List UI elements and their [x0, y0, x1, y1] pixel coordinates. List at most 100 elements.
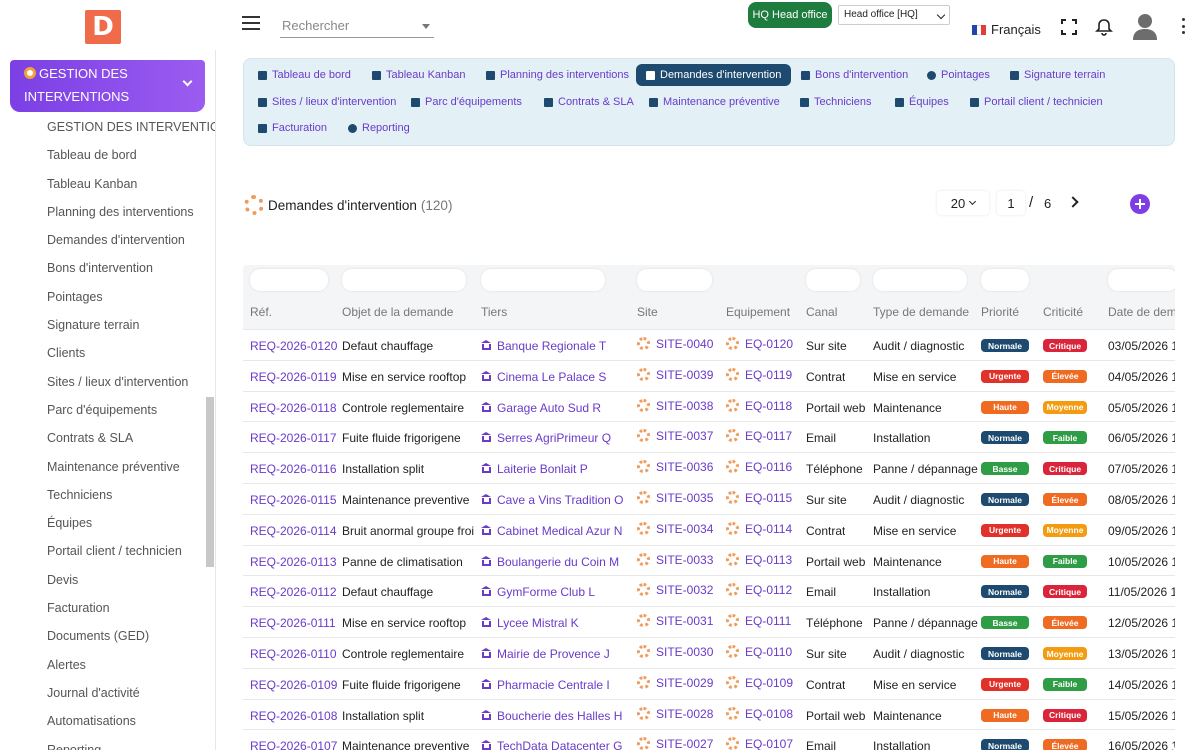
request-ref-link[interactable]: REQ-2026-0113: [250, 555, 337, 569]
search-input[interactable]: Rechercher: [280, 12, 434, 38]
nav-item[interactable]: Techniciens: [796, 91, 875, 113]
table-row[interactable]: REQ-2026-0111 Mise en service rooftop Lyce…: [243, 606, 1175, 638]
table-row[interactable]: REQ-2026-0117 Fuite fluide frigorigene Ser…: [243, 421, 1175, 453]
equipment-link[interactable]: EQ-0117: [745, 429, 792, 443]
sidebar-item[interactable]: Bons d'intervention: [47, 257, 215, 285]
tiers-link[interactable]: Lycee Mistral K: [497, 616, 579, 630]
column-filter-input[interactable]: [981, 269, 1029, 291]
nav-item[interactable]: Pointages: [923, 64, 994, 86]
site-link[interactable]: SITE-0027: [656, 737, 713, 750]
request-ref-link[interactable]: REQ-2026-0111: [250, 616, 336, 630]
nav-item[interactable]: Tableau de bord: [254, 64, 355, 86]
table-row[interactable]: REQ-2026-0108 Installation split Boucherie…: [243, 698, 1175, 730]
column-header[interactable]: Criticité: [1043, 305, 1083, 319]
column-filter-input[interactable]: [481, 269, 605, 291]
sidebar-item[interactable]: Tableau Kanban: [47, 173, 215, 201]
table-row[interactable]: REQ-2026-0109 Fuite fluide frigorigene Pha…: [243, 667, 1175, 699]
sidebar-item[interactable]: GESTION DES INTERVENTIONS: [47, 116, 215, 144]
column-header[interactable]: Date de demande: [1108, 305, 1175, 319]
table-row[interactable]: REQ-2026-0113 Panne de climatisation Boula…: [243, 544, 1175, 576]
menu-toggle-icon[interactable]: [242, 16, 260, 30]
sidebar-item[interactable]: Demandes d'intervention: [47, 229, 215, 257]
sidebar-item[interactable]: Reporting: [47, 739, 215, 750]
nav-item[interactable]: Maintenance préventive: [645, 91, 784, 113]
fullscreen-icon[interactable]: [1060, 18, 1078, 36]
sidebar-item[interactable]: Pointages: [47, 286, 215, 314]
request-ref-link[interactable]: REQ-2026-0119: [250, 370, 337, 384]
equipment-link[interactable]: EQ-0119: [745, 368, 792, 382]
request-ref-link[interactable]: REQ-2026-0116: [250, 462, 337, 476]
column-filter-input[interactable]: [250, 269, 328, 291]
tiers-link[interactable]: Serres AgriPrimeur Q: [497, 431, 611, 445]
sidebar-item[interactable]: Équipes: [47, 512, 215, 540]
sidebar-item[interactable]: Alertes: [47, 654, 215, 682]
site-link[interactable]: SITE-0032: [656, 583, 713, 597]
nav-item[interactable]: Planning des interventions: [482, 64, 633, 86]
column-header[interactable]: Objet de la demande: [342, 305, 453, 319]
tiers-link[interactable]: Cave a Vins Tradition O: [497, 493, 624, 507]
nav-item[interactable]: Parc d'équipements: [407, 91, 526, 113]
tiers-link[interactable]: Garage Auto Sud R: [497, 401, 601, 415]
column-header[interactable]: Type de demande: [873, 305, 969, 319]
equipment-link[interactable]: EQ-0109: [745, 676, 793, 690]
site-link[interactable]: SITE-0029: [656, 676, 713, 690]
equipment-link[interactable]: EQ-0110: [745, 645, 792, 659]
nav-item[interactable]: Bons d'intervention: [797, 64, 912, 86]
equipment-link[interactable]: EQ-0108: [745, 707, 793, 721]
tiers-link[interactable]: Pharmacie Centrale I: [497, 678, 610, 692]
sidebar-section-header[interactable]: GESTION DES INTERVENTIONS: [10, 60, 205, 112]
sidebar-item[interactable]: Clients: [47, 342, 215, 370]
table-row[interactable]: REQ-2026-0118 Controle reglementaire Garag…: [243, 390, 1175, 422]
site-link[interactable]: SITE-0034: [656, 522, 713, 536]
table-row[interactable]: REQ-2026-0115 Maintenance preventive Cave …: [243, 483, 1175, 514]
request-ref-link[interactable]: REQ-2026-0118: [250, 401, 337, 415]
tiers-link[interactable]: TechData Datacenter G: [497, 739, 622, 750]
current-page-input[interactable]: 1: [997, 191, 1025, 215]
nav-item[interactable]: Contrats & SLA: [540, 91, 638, 113]
app-logo[interactable]: D: [85, 10, 121, 44]
equipment-link[interactable]: EQ-0120: [745, 337, 793, 351]
column-filter-input[interactable]: [806, 269, 860, 291]
request-ref-link[interactable]: REQ-2026-0120: [250, 339, 337, 353]
sidebar-item[interactable]: Devis: [47, 569, 215, 597]
tiers-link[interactable]: Laiterie Bonlait P: [497, 462, 588, 476]
request-ref-link[interactable]: REQ-2026-0114: [250, 524, 337, 538]
sidebar-item[interactable]: Documents (GED): [47, 625, 215, 653]
request-ref-link[interactable]: REQ-2026-0110: [250, 647, 337, 661]
site-link[interactable]: SITE-0036: [656, 460, 713, 474]
equipment-link[interactable]: EQ-0115: [745, 491, 792, 505]
equipment-link[interactable]: EQ-0114: [745, 522, 792, 536]
nav-item[interactable]: Portail client / technicien: [966, 91, 1107, 113]
sidebar-item[interactable]: Portail client / technicien: [47, 540, 215, 568]
tiers-link[interactable]: Boucherie des Halles H: [497, 709, 622, 723]
request-ref-link[interactable]: REQ-2026-0108: [250, 709, 337, 723]
site-link[interactable]: SITE-0028: [656, 707, 713, 721]
language-selector[interactable]: Français: [972, 22, 1041, 37]
column-filter-input[interactable]: [1108, 269, 1175, 291]
nav-item[interactable]: Reporting: [344, 117, 414, 139]
more-vertical-icon[interactable]: [1180, 18, 1186, 34]
table-row[interactable]: REQ-2026-0107 Maintenance preventive TechD…: [243, 729, 1175, 750]
chevron-right-icon[interactable]: [1067, 196, 1079, 208]
table-row[interactable]: REQ-2026-0116 Installation split Laiterie …: [243, 452, 1175, 484]
column-header[interactable]: Canal: [806, 305, 837, 319]
column-header[interactable]: Equipement: [726, 305, 790, 319]
bell-icon[interactable]: [1095, 18, 1113, 36]
column-header[interactable]: Site: [637, 305, 658, 319]
equipment-link[interactable]: EQ-0118: [745, 399, 792, 413]
table-row[interactable]: REQ-2026-0112 Defaut chauffage GymForme Cl…: [243, 575, 1175, 607]
nav-item[interactable]: Sites / lieux d'intervention: [254, 91, 400, 113]
sidebar-item[interactable]: Journal d'activité: [47, 682, 215, 710]
site-link[interactable]: SITE-0031: [656, 614, 713, 628]
site-link[interactable]: SITE-0035: [656, 491, 713, 505]
office-select[interactable]: Head office [HQ]: [838, 5, 950, 25]
column-filter-input[interactable]: [637, 269, 712, 291]
equipment-link[interactable]: EQ-0113: [745, 553, 792, 567]
column-filter-input[interactable]: [342, 269, 466, 291]
request-ref-link[interactable]: REQ-2026-0109: [250, 678, 337, 692]
nav-item[interactable]: Tableau Kanban: [368, 64, 470, 86]
equipment-link[interactable]: EQ-0111: [745, 614, 791, 628]
site-link[interactable]: SITE-0038: [656, 399, 713, 413]
nav-item[interactable]: Demandes d'intervention: [636, 64, 792, 86]
request-ref-link[interactable]: REQ-2026-0117: [250, 431, 337, 445]
